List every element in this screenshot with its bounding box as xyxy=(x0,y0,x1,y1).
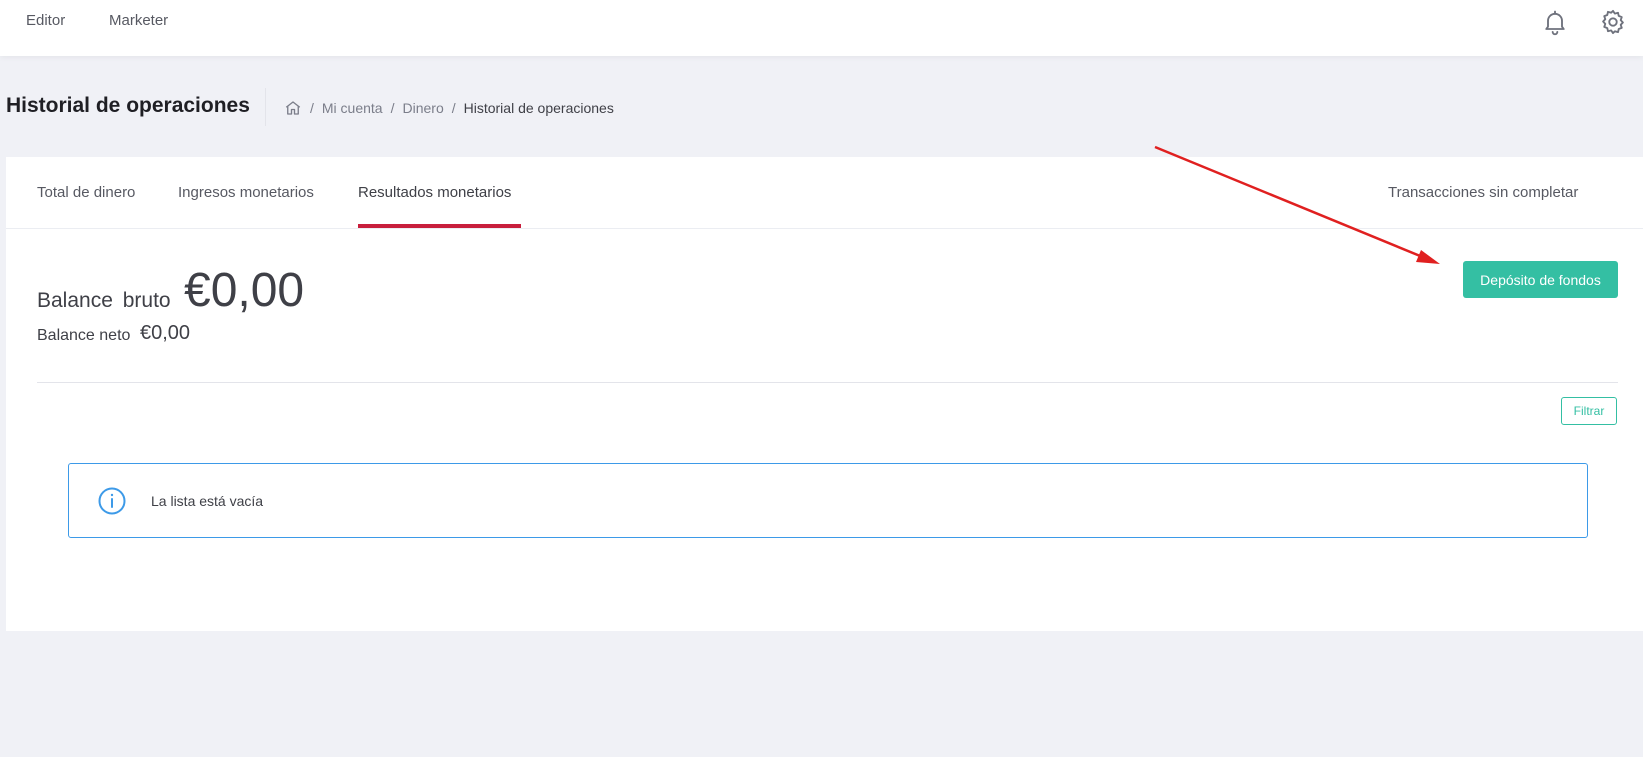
active-tab-indicator xyxy=(358,224,521,228)
nav-marketer[interactable]: Marketer xyxy=(109,12,168,29)
alert-message: La lista está vacía xyxy=(151,493,264,509)
breadcrumb: / Mi cuenta / Dinero / Historial de oper… xyxy=(284,99,614,117)
balance-neto-value: €0,00 xyxy=(140,322,191,344)
tab-ingresos-monetarios[interactable]: Ingresos monetarios xyxy=(178,184,314,201)
info-icon xyxy=(98,487,126,515)
balance-bruto-label: Balance bruto xyxy=(37,289,171,312)
bell-icon[interactable] xyxy=(1541,8,1569,36)
nav-editor[interactable]: Editor xyxy=(26,12,65,29)
breadcrumb-separator: / xyxy=(310,100,314,116)
home-icon[interactable] xyxy=(284,99,302,117)
page-title: Historial de operaciones xyxy=(6,94,250,117)
top-navbar: Editor Marketer xyxy=(0,0,1643,56)
tab-resultados-monetarios[interactable]: Resultados monetarios xyxy=(358,184,511,201)
divider xyxy=(37,382,1618,383)
breadcrumb-mi-cuenta[interactable]: Mi cuenta xyxy=(322,100,383,116)
balance-bruto-value: €0,00 xyxy=(184,264,305,317)
tab-total-de-dinero[interactable]: Total de dinero xyxy=(37,184,135,201)
breadcrumb-separator: / xyxy=(451,100,456,116)
tab-transacciones-sin-completar[interactable]: Transacciones sin completar xyxy=(1388,184,1578,201)
deposit-funds-button[interactable]: Depósito de fondos xyxy=(1463,261,1618,298)
tabs-bar: Total de dinero Ingresos monetarios Resu… xyxy=(6,157,1643,229)
breadcrumb-historial: Historial de operaciones xyxy=(463,100,614,116)
breadcrumb-separator: / xyxy=(390,100,395,116)
gear-icon[interactable] xyxy=(1599,8,1627,36)
operations-card: Total de dinero Ingresos monetarios Resu… xyxy=(6,157,1643,631)
empty-list-alert: La lista está vacía xyxy=(68,463,1588,538)
filter-button[interactable]: Filtrar xyxy=(1561,397,1617,425)
balance-neto-label: Balance neto xyxy=(37,327,131,344)
title-separator xyxy=(265,88,266,126)
breadcrumb-dinero[interactable]: Dinero xyxy=(402,100,443,116)
